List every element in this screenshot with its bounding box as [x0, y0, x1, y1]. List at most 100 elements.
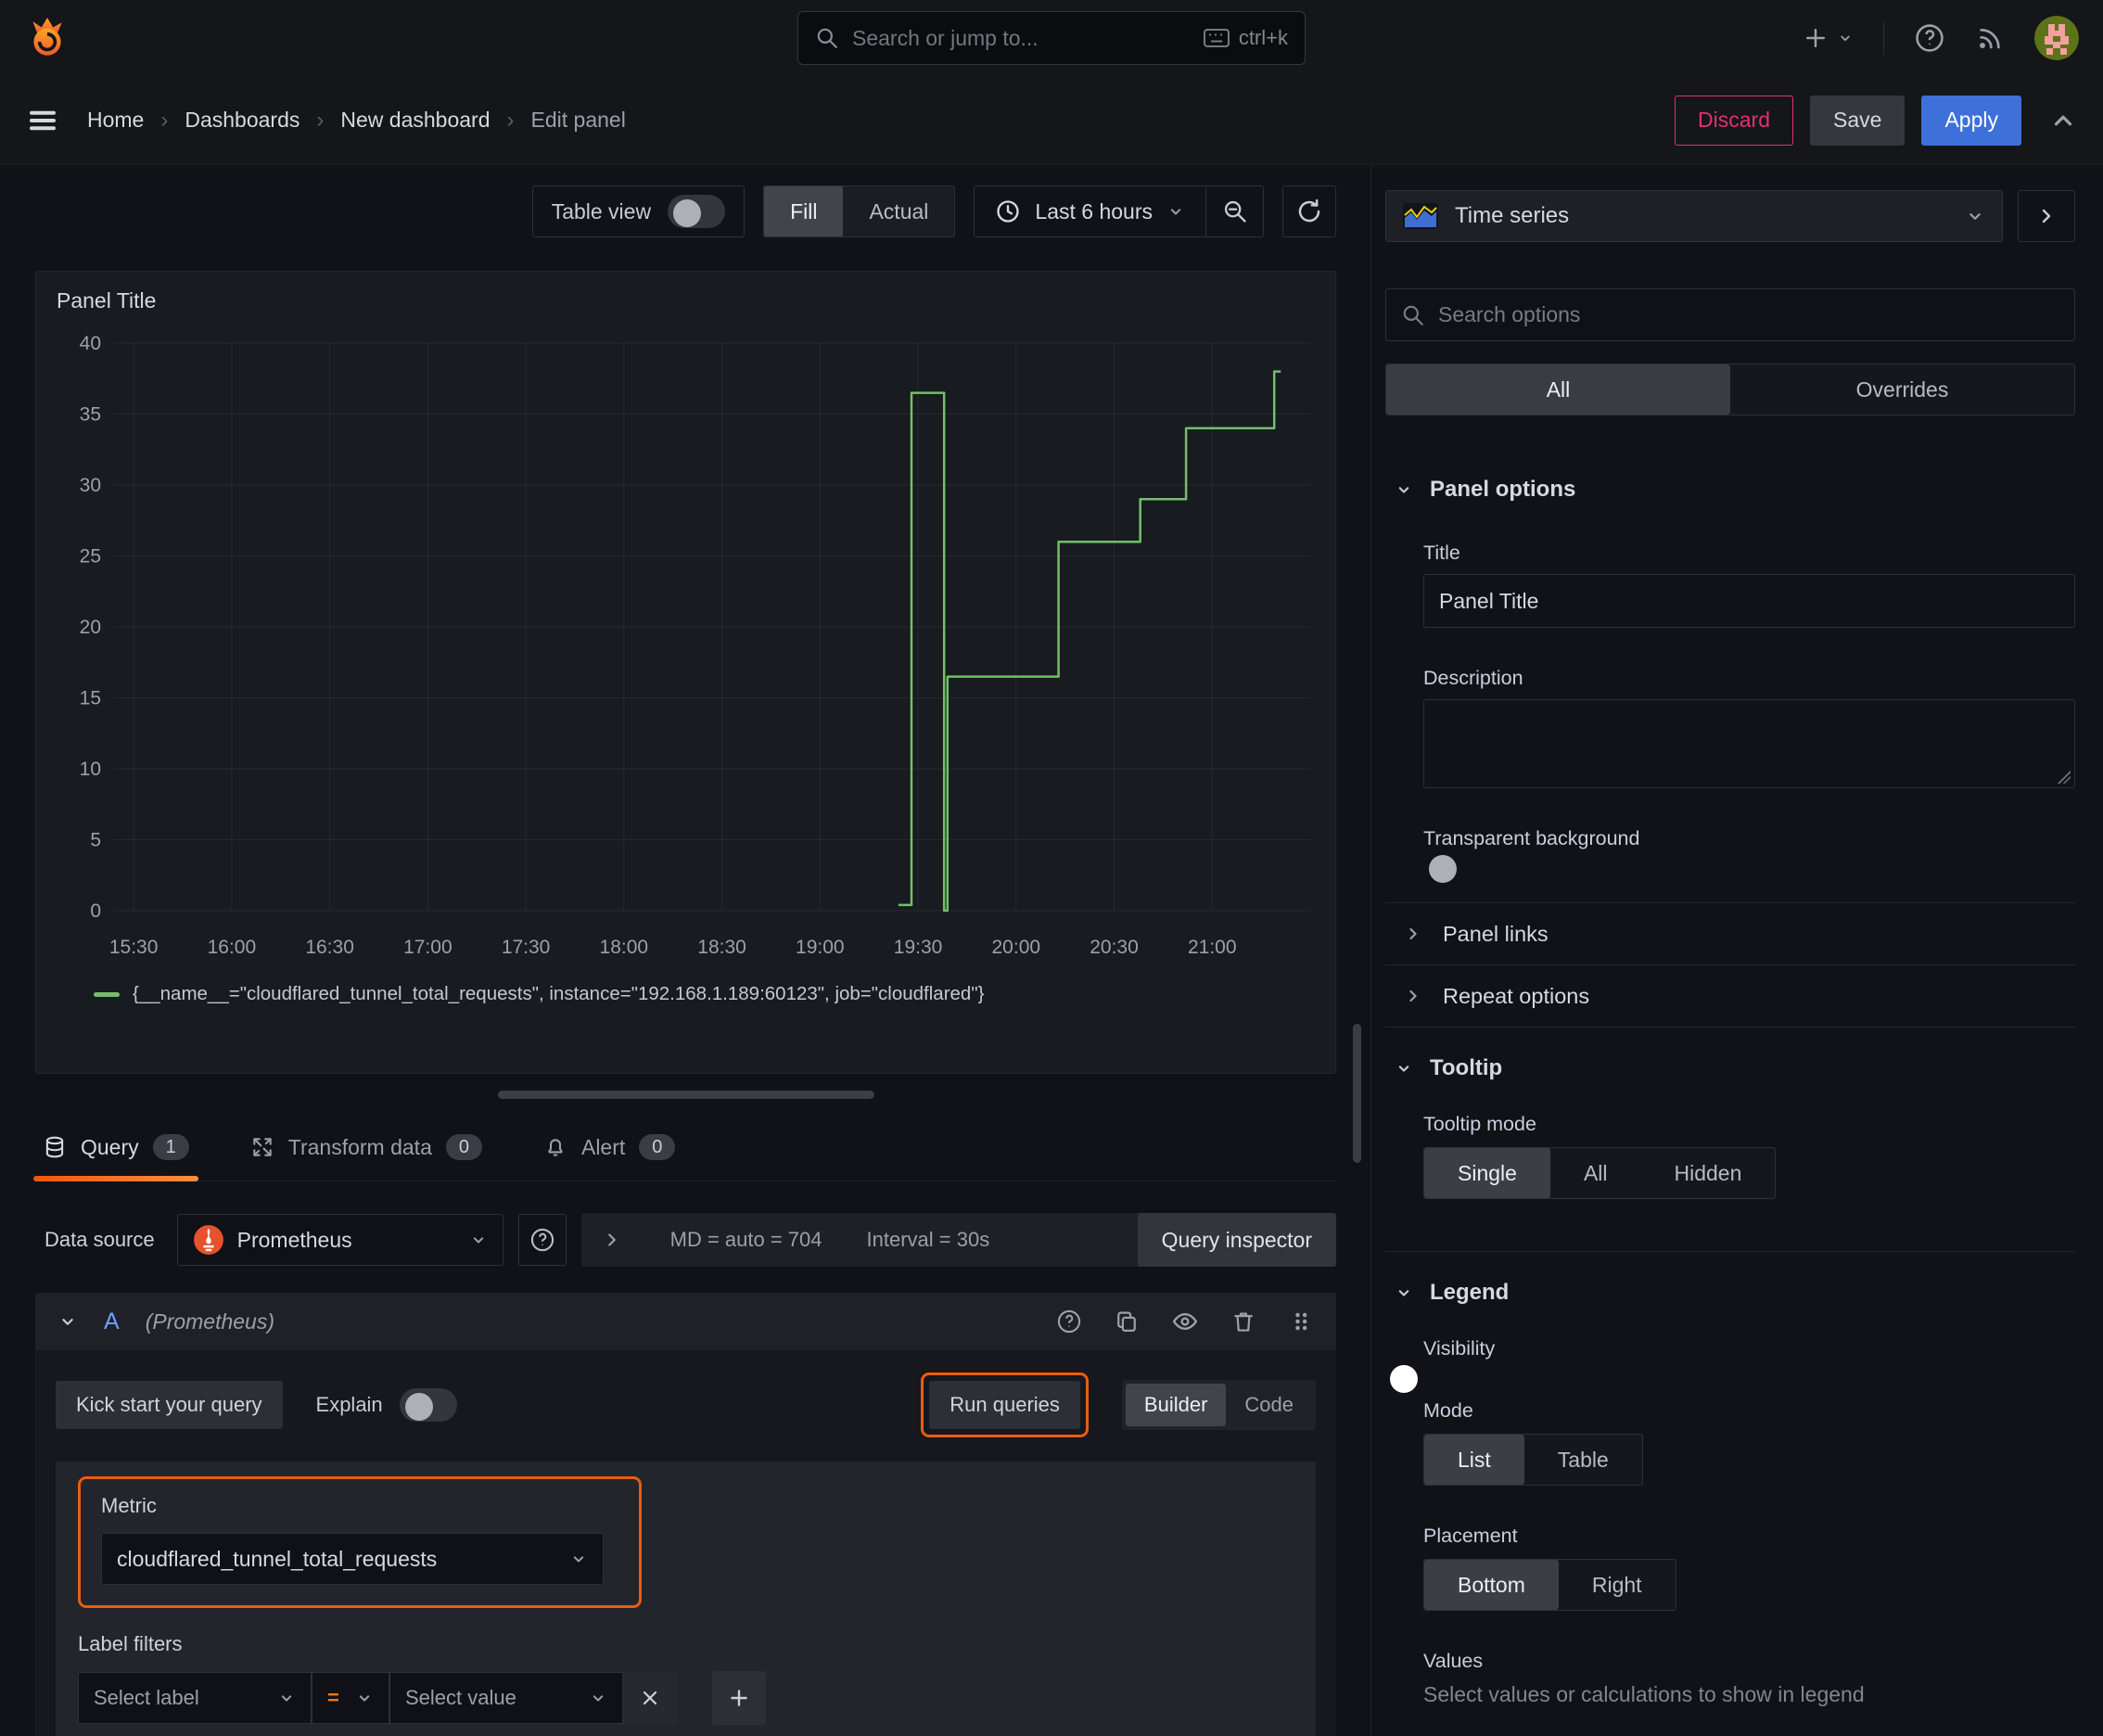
- tooltip-mode-single[interactable]: Single: [1424, 1148, 1550, 1198]
- builder-option[interactable]: Builder: [1125, 1384, 1227, 1426]
- legend-values-field: Values Select values or calculations to …: [1423, 1650, 2075, 1707]
- query-row-header[interactable]: A (Prometheus): [35, 1293, 1336, 1350]
- actual-option[interactable]: Actual: [843, 186, 954, 236]
- keyboard-icon: [1203, 29, 1230, 47]
- query-editor-toolbar: Kick start your query Explain Run querie…: [56, 1372, 1316, 1437]
- fill-actual-group: Fill Actual: [763, 185, 956, 237]
- breadcrumb-new-dashboard[interactable]: New dashboard: [340, 108, 490, 133]
- trash-icon[interactable]: [1230, 1308, 1256, 1334]
- grafana-logo[interactable]: [24, 15, 70, 61]
- resize-grip[interactable]: [2058, 771, 2071, 784]
- search-bar[interactable]: ctrl+k: [797, 11, 1306, 65]
- panel-actions: Discard Save Apply: [1675, 95, 2077, 146]
- chevron-right-icon: [1409, 989, 1417, 1002]
- legend-series-label[interactable]: {__name__="cloudflared_tunnel_total_requ…: [133, 983, 984, 1005]
- operator-dropdown[interactable]: =: [312, 1672, 389, 1724]
- legend-mode-table[interactable]: Table: [1524, 1435, 1642, 1485]
- query-inspector-button[interactable]: Query inspector: [1137, 1213, 1336, 1267]
- drag-handle-icon[interactable]: [1288, 1308, 1314, 1334]
- section-panel-links[interactable]: Panel links: [1385, 903, 2075, 964]
- tooltip-mode-all[interactable]: All: [1550, 1148, 1641, 1198]
- builder-code-toggle: Builder Code: [1121, 1380, 1316, 1430]
- fill-option[interactable]: Fill: [764, 186, 844, 236]
- svg-text:10: 10: [80, 759, 101, 780]
- apply-button[interactable]: Apply: [1921, 95, 2021, 146]
- datasource-help-button[interactable]: [517, 1214, 567, 1266]
- query-datasource-hint: (Prometheus): [145, 1308, 275, 1334]
- hamburger-icon: [30, 110, 56, 130]
- code-option[interactable]: Code: [1226, 1384, 1312, 1426]
- open-viz-list-button[interactable]: [2018, 190, 2075, 242]
- legend-visibility-label: Visibility: [1423, 1337, 1496, 1359]
- search-input[interactable]: [852, 25, 1191, 51]
- duplicate-icon[interactable]: [1114, 1308, 1140, 1334]
- datasource-picker[interactable]: Prometheus: [176, 1214, 503, 1266]
- menu-toggle-button[interactable]: [26, 104, 59, 137]
- panel-title-input[interactable]: [1423, 574, 2075, 628]
- query-stats: MD = auto = 704 Interval = 30s Query ins…: [580, 1213, 1336, 1267]
- filter-tab-all[interactable]: All: [1386, 364, 1730, 415]
- panel-options-heading: Panel options: [1430, 477, 1576, 502]
- section-legend[interactable]: Legend: [1385, 1280, 2075, 1306]
- tab-query[interactable]: Query 1: [33, 1127, 198, 1181]
- legend-placement-right[interactable]: Right: [1559, 1560, 1676, 1610]
- breadcrumb-dashboards[interactable]: Dashboards: [185, 108, 300, 133]
- datasource-value: Prometheus: [236, 1227, 352, 1252]
- help-button[interactable]: [1914, 22, 1945, 54]
- zoom-out-button[interactable]: [1205, 186, 1263, 236]
- panel-resize-handle[interactable]: [497, 1091, 874, 1099]
- query-ref-id[interactable]: A: [104, 1308, 120, 1335]
- collapse-query-button[interactable]: [57, 1311, 78, 1332]
- tab-query-count: 1: [152, 1134, 189, 1160]
- add-filter-button[interactable]: [712, 1671, 766, 1725]
- collapse-header-button[interactable]: [2049, 107, 2077, 134]
- section-panel-options[interactable]: Panel options: [1385, 477, 2075, 503]
- chevron-down-icon: [1398, 487, 1409, 493]
- tab-transform[interactable]: Transform data 0: [249, 1127, 484, 1181]
- legend-placement-bottom[interactable]: Bottom: [1424, 1560, 1559, 1610]
- section-tooltip[interactable]: Tooltip: [1385, 1055, 2075, 1081]
- discard-button[interactable]: Discard: [1675, 95, 1794, 146]
- breadcrumb-home[interactable]: Home: [87, 108, 144, 133]
- table-view-toggle[interactable]: [668, 195, 726, 228]
- add-new-button[interactable]: [1802, 24, 1854, 52]
- legend-mode-list[interactable]: List: [1424, 1435, 1524, 1485]
- save-button[interactable]: Save: [1810, 95, 1905, 146]
- tab-alert[interactable]: Alert 0: [542, 1127, 677, 1181]
- title-field: Title: [1423, 542, 2075, 628]
- run-queries-button[interactable]: Run queries: [929, 1381, 1080, 1429]
- repeat-options-label: Repeat options: [1443, 983, 1590, 1008]
- topbar: ctrl+k: [0, 0, 2103, 76]
- zoom-out-icon: [1224, 200, 1246, 223]
- search-icon: [815, 26, 839, 50]
- metric-select[interactable]: cloudflared_tunnel_total_requests: [101, 1533, 604, 1585]
- remove-filter-button[interactable]: [623, 1671, 677, 1725]
- svg-text:35: 35: [80, 404, 101, 426]
- search-shortcut: ctrl+k: [1203, 26, 1288, 50]
- panel-title: Panel Title: [57, 288, 157, 313]
- kickstart-button[interactable]: Kick start your query: [56, 1381, 283, 1429]
- help-icon: [530, 1228, 554, 1252]
- tooltip-mode-hidden[interactable]: Hidden: [1641, 1148, 1776, 1198]
- description-textarea[interactable]: [1423, 699, 2075, 788]
- time-range-picker[interactable]: Last 6 hours: [975, 186, 1205, 236]
- avatar[interactable]: [2034, 16, 2079, 60]
- filter-tab-overrides[interactable]: Overrides: [1730, 364, 2074, 415]
- expand-stats-button[interactable]: [602, 1230, 622, 1250]
- time-series-chart[interactable]: 0 5 10 15 20 25 30 35 40 15:30 16:00 16:30 17:00 17:3…: [57, 328, 1315, 977]
- viz-picker[interactable]: Time series: [1385, 190, 2003, 242]
- options-search[interactable]: [1385, 288, 2075, 341]
- breadcrumb-separator: ›: [316, 107, 325, 133]
- search-icon: [1403, 305, 1423, 326]
- explain-toggle[interactable]: [399, 1388, 457, 1422]
- refresh-button[interactable]: [1282, 185, 1336, 237]
- live-button[interactable]: [1975, 23, 2005, 53]
- options-search-input[interactable]: [1438, 302, 2059, 327]
- help-icon[interactable]: [1056, 1308, 1082, 1334]
- tab-transform-label: Transform data: [287, 1134, 432, 1159]
- eye-icon[interactable]: [1171, 1308, 1199, 1335]
- select-value-dropdown[interactable]: Select value: [389, 1672, 623, 1724]
- main-scrollbar[interactable]: [1353, 1024, 1361, 1163]
- select-label-dropdown[interactable]: Select label: [78, 1672, 312, 1724]
- section-repeat-options[interactable]: Repeat options: [1385, 965, 2075, 1027]
